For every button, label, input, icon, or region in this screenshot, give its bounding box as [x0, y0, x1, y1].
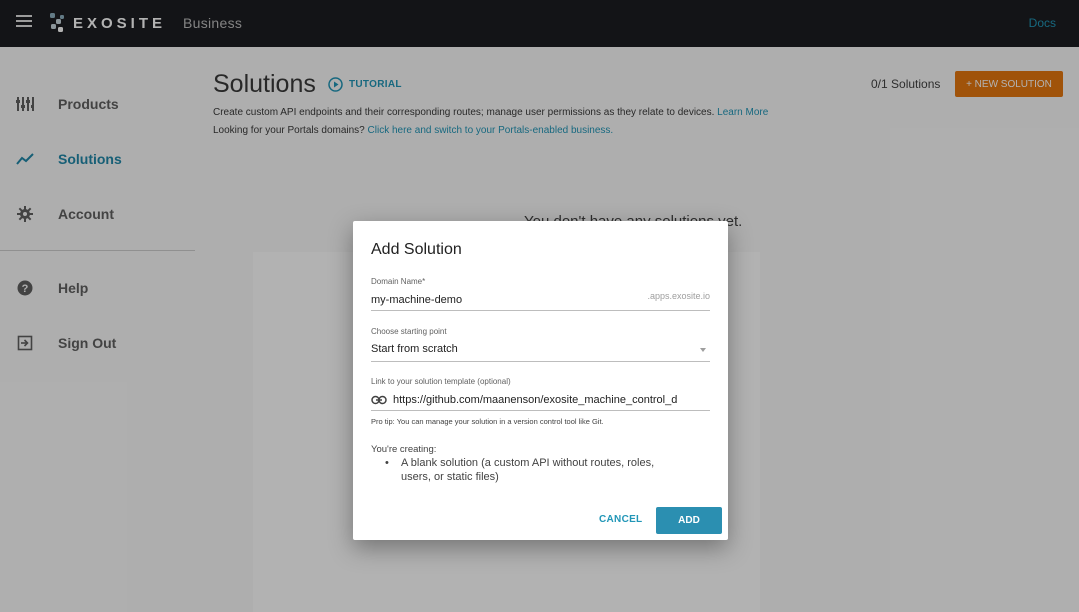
creating-line-1: A blank solution (a custom API without r… [401, 457, 655, 469]
domain-name-input[interactable]: my-machine-demo [371, 294, 462, 306]
cancel-button[interactable]: CANCEL [599, 514, 642, 525]
creating-label: You're creating: [371, 444, 437, 455]
add-solution-dialog: Add Solution Domain Name* my-machine-dem… [353, 221, 728, 540]
chevron-down-icon[interactable] [700, 348, 706, 352]
creating-line-2: users, or static files) [401, 471, 499, 483]
pro-tip-text: Pro tip: You can manage your solution in… [371, 417, 604, 426]
template-label: Link to your solution template (optional… [371, 377, 511, 386]
domain-name-label: Domain Name* [371, 277, 426, 286]
domain-suffix: .apps.exosite.io [647, 291, 710, 301]
domain-name-underline [371, 310, 710, 311]
starting-point-select[interactable]: Start from scratch [371, 343, 458, 355]
starting-point-underline [371, 361, 710, 362]
link-icon [371, 395, 387, 405]
template-underline [371, 410, 710, 411]
starting-point-label: Choose starting point [371, 327, 447, 336]
dialog-title: Add Solution [371, 241, 462, 258]
template-url-input[interactable]: https://github.com/maanenson/exosite_mac… [393, 394, 711, 406]
creating-description: A blank solution (a custom API without r… [385, 456, 685, 484]
add-button[interactable]: ADD [656, 507, 722, 534]
